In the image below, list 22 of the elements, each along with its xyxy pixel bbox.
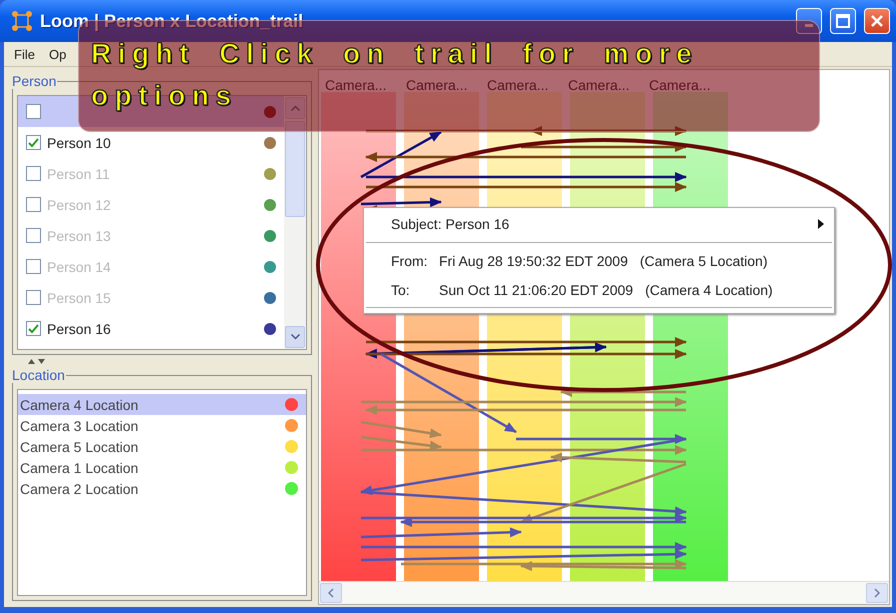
column-header: Camera... <box>568 77 630 93</box>
detail-location: (Camera 5 Location) <box>640 252 768 268</box>
detail-date: Sun Oct 11 21:06:20 EDT 2009 <box>439 282 634 298</box>
column-header: Camera... <box>487 77 550 93</box>
column-header: Camera... <box>406 77 468 93</box>
person-label: Person 13 <box>47 228 112 244</box>
person-label: Person 10 <box>47 134 112 150</box>
column-header: Camera... <box>649 77 712 93</box>
person-label: Person 15 <box>47 290 112 306</box>
detail-label: From: <box>391 252 429 268</box>
column-header: Camera... <box>325 77 388 93</box>
person-label: Person 12 <box>47 196 112 212</box>
detail-label: To: <box>391 282 411 298</box>
person-label: Person 14 <box>47 258 112 274</box>
person-label: Person 16 <box>47 320 112 336</box>
detail-location: (Camera 4 Location) <box>645 282 773 298</box>
person-label: Person 11 <box>47 166 111 182</box>
tooltip-text: options <box>91 79 238 113</box>
group-label: Location <box>11 367 66 383</box>
tooltip-text: Right Click on trail for more <box>91 37 698 71</box>
group-label: Person <box>11 73 58 89</box>
detail-date: Fri Aug 28 19:50:32 EDT 2009 <box>439 252 628 268</box>
